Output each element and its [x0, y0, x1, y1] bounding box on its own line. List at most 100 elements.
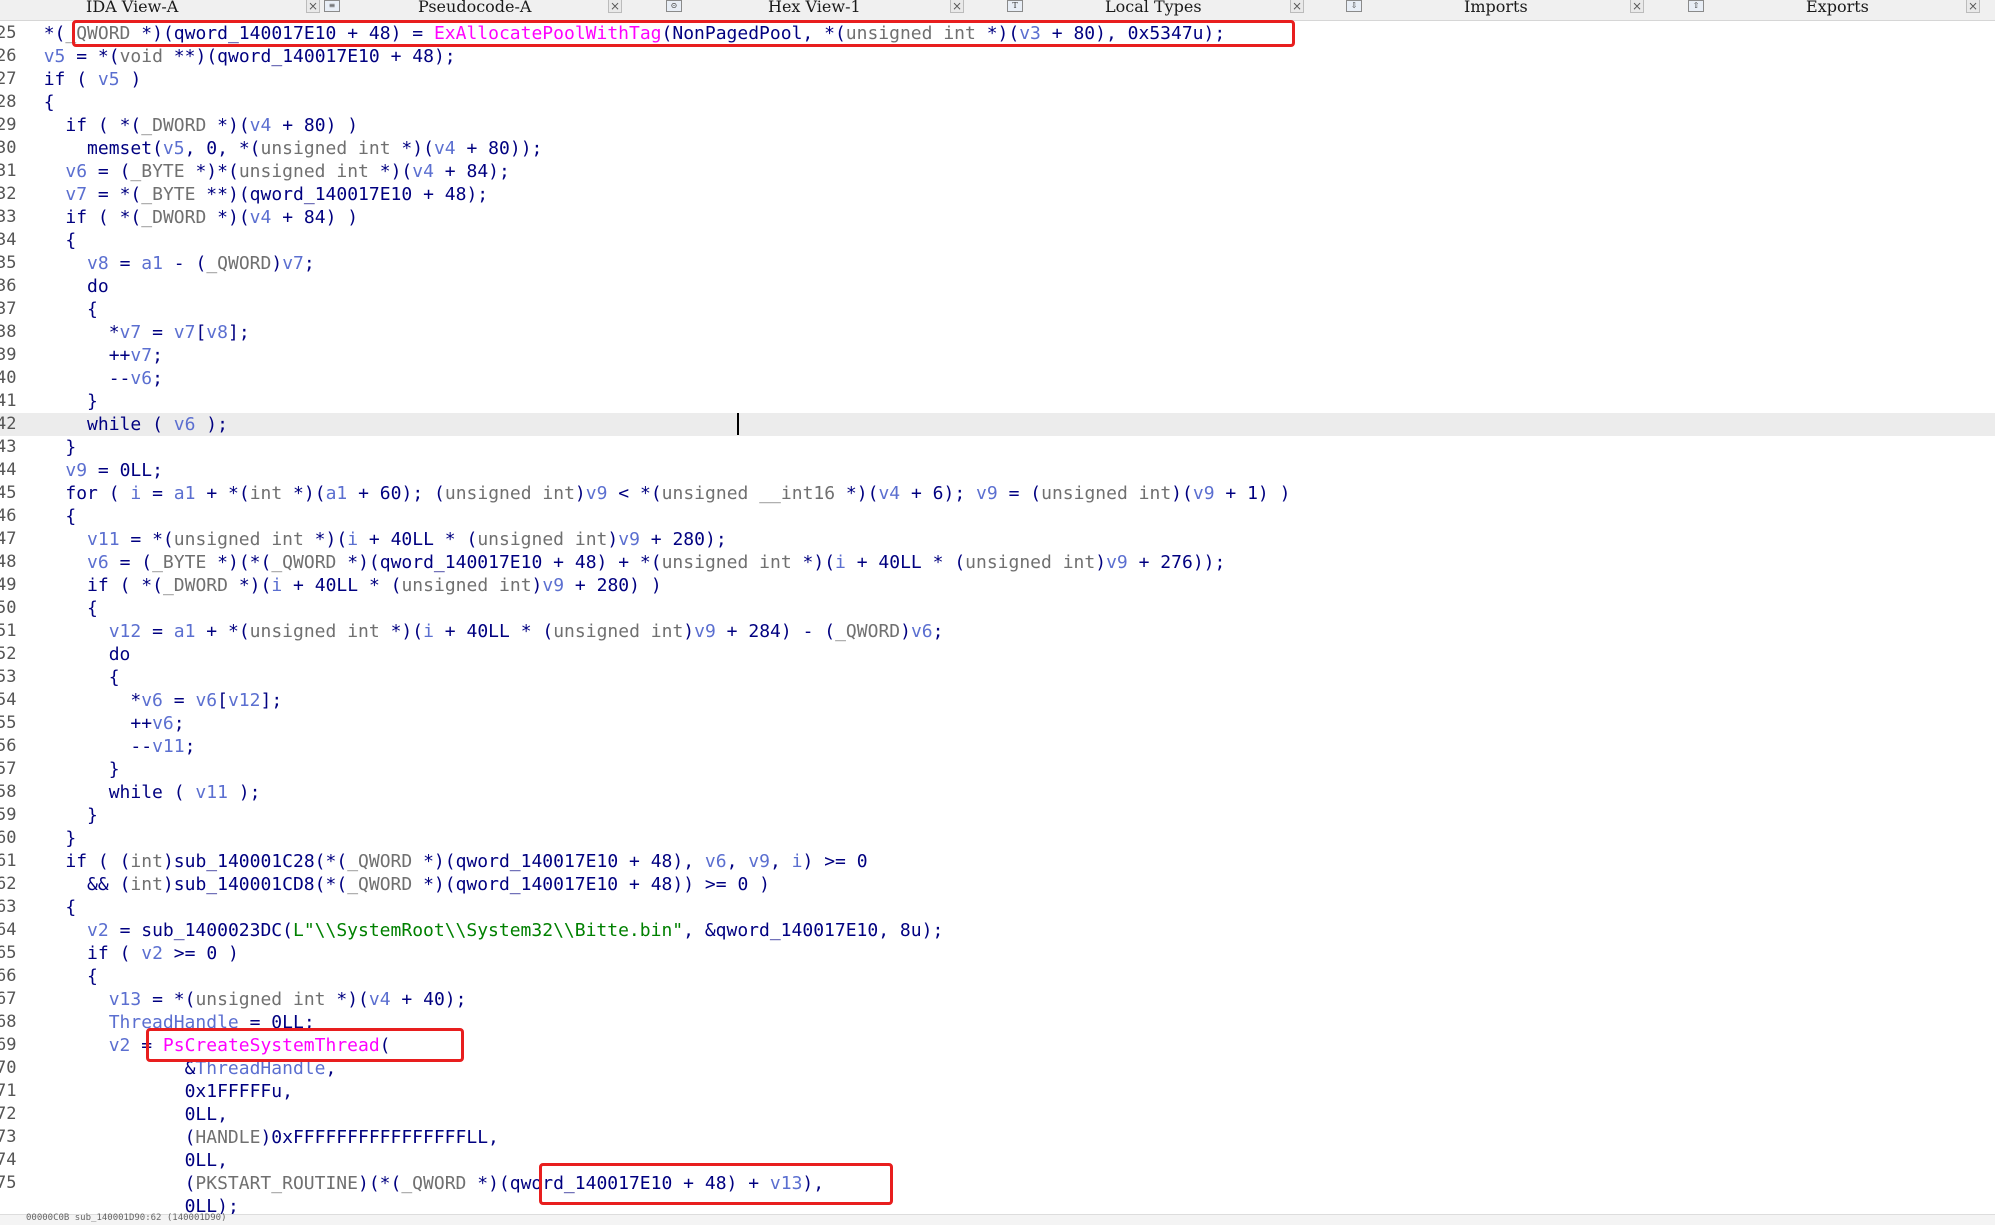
- code-text: }: [87, 391, 98, 412]
- code-line[interactable]: 26 v5 = *(void **)(qword_140017E10 + 48)…: [0, 45, 1995, 68]
- code-line[interactable]: 33 if ( *(_DWORD *)(v4 + 84) ): [0, 206, 1995, 229]
- tab-hex-view[interactable]: ⊙ Hex View-1 ×: [664, 0, 964, 20]
- code-line[interactable]: 42 while ( v6 );: [0, 413, 1995, 436]
- code-line[interactable]: 48 v6 = (_BYTE *)(*(_QWORD *)(qword_1400…: [0, 551, 1995, 574]
- tab-ida-view[interactable]: IDA View-A ×: [0, 0, 330, 20]
- code-text: if ( *(_DWORD *)(i + 40LL * (unsigned in…: [87, 575, 662, 596]
- line-number: 49: [0, 575, 17, 595]
- line-number: 41: [0, 391, 17, 411]
- tab-local-types[interactable]: T Local Types ×: [1005, 0, 1310, 20]
- code-line[interactable]: 58 while ( v11 );: [0, 781, 1995, 804]
- close-icon[interactable]: ×: [1966, 0, 1980, 13]
- code-line[interactable]: 57 }: [0, 758, 1995, 781]
- code-line[interactable]: 66 {: [0, 965, 1995, 988]
- code-line[interactable]: 51 v12 = a1 + *(unsigned int *)(i + 40LL…: [0, 620, 1995, 643]
- code-line[interactable]: 45 for ( i = a1 + *(int *)(a1 + 60); (un…: [0, 482, 1995, 505]
- code-line[interactable]: 41 }: [0, 390, 1995, 413]
- tab-exports[interactable]: ⇧ Exports ×: [1686, 0, 1991, 20]
- code-text: v7 = *(_BYTE **)(qword_140017E10 + 48);: [65, 184, 489, 205]
- tab-label: Imports: [1464, 0, 1528, 16]
- tab-pseudocode[interactable]: ≡ Pseudocode-A ×: [322, 0, 632, 20]
- code-line[interactable]: 46 {: [0, 505, 1995, 528]
- code-text: }: [87, 805, 98, 826]
- line-number: 57: [0, 759, 17, 779]
- code-line[interactable]: 67 v13 = *(unsigned int *)(v4 + 40);: [0, 988, 1995, 1011]
- code-line[interactable]: 36 do: [0, 275, 1995, 298]
- code-line[interactable]: 28 {: [0, 91, 1995, 114]
- code-text: do: [87, 276, 109, 297]
- close-icon[interactable]: ×: [950, 0, 964, 13]
- line-number: 34: [0, 230, 17, 250]
- code-line[interactable]: 50 {: [0, 597, 1995, 620]
- code-text: memset(v5, 0, *(unsigned int *)(v4 + 80)…: [87, 138, 543, 159]
- highlight-box-pscreatesystemthread: [146, 1028, 464, 1062]
- code-line[interactable]: 71 0x1FFFFFu,: [0, 1080, 1995, 1103]
- code-line[interactable]: 64 v2 = sub_1400023DC(L"\\SystemRoot\\Sy…: [0, 919, 1995, 942]
- code-line[interactable]: 32 v7 = *(_BYTE **)(qword_140017E10 + 48…: [0, 183, 1995, 206]
- code-line[interactable]: 74 0LL,: [0, 1149, 1995, 1172]
- close-icon[interactable]: ×: [306, 0, 320, 13]
- line-number: 51: [0, 621, 17, 641]
- line-number: 65: [0, 943, 17, 963]
- line-number: 43: [0, 437, 17, 457]
- code-line[interactable]: 54 *v6 = v6[v12];: [0, 689, 1995, 712]
- tab-label: Exports: [1806, 0, 1869, 16]
- code-line[interactable]: 52 do: [0, 643, 1995, 666]
- tab-label: Hex View-1: [768, 0, 861, 16]
- code-line[interactable]: 61 if ( (int)sub_140001C28(*(_QWORD *)(q…: [0, 850, 1995, 873]
- code-text: ++v7;: [108, 345, 163, 366]
- code-line[interactable]: 31 v6 = (_BYTE *)*(unsigned int *)(v4 + …: [0, 160, 1995, 183]
- code-line[interactable]: 63 {: [0, 896, 1995, 919]
- code-line[interactable]: 60 }: [0, 827, 1995, 850]
- code-text: }: [65, 437, 77, 458]
- code-line[interactable]: 65 if ( v2 >= 0 ): [0, 942, 1995, 965]
- line-number: 56: [0, 736, 17, 756]
- line-number: 46: [0, 506, 17, 526]
- code-line[interactable]: 27 if ( v5 ): [0, 68, 1995, 91]
- code-line[interactable]: 55 ++v6;: [0, 712, 1995, 735]
- code-line[interactable]: 39 ++v7;: [0, 344, 1995, 367]
- code-line[interactable]: 53 {: [0, 666, 1995, 689]
- text-caret: [737, 413, 739, 435]
- code-line[interactable]: 47 v11 = *(unsigned int *)(i + 40LL * (u…: [0, 528, 1995, 551]
- line-number: 27: [0, 69, 17, 89]
- code-line[interactable]: 29 if ( *(_DWORD *)(v4 + 80) ): [0, 114, 1995, 137]
- code-text: v11 = *(unsigned int *)(i + 40LL * (unsi…: [87, 529, 727, 550]
- code-line[interactable]: 75 (PKSTART_ROUTINE)(*(_QWORD *)(qword_1…: [0, 1172, 1995, 1195]
- code-line[interactable]: 35 v8 = a1 - (_QWORD)v7;: [0, 252, 1995, 275]
- status-text: 00000C0B sub_140001D90:62 (140001D90): [26, 1213, 227, 1223]
- code-line[interactable]: 49 if ( *(_DWORD *)(i + 40LL * (unsigned…: [0, 574, 1995, 597]
- code-line[interactable]: 44 v9 = 0LL;: [0, 459, 1995, 482]
- code-line[interactable]: 34 {: [0, 229, 1995, 252]
- code-line[interactable]: 56 --v11;: [0, 735, 1995, 758]
- code-line[interactable]: 43 }: [0, 436, 1995, 459]
- tab-imports[interactable]: ⇩ Imports ×: [1344, 0, 1654, 20]
- line-number: 25: [0, 23, 17, 43]
- code-line[interactable]: 0LL);: [0, 1195, 1995, 1216]
- code-text: }: [65, 828, 77, 849]
- code-line[interactable]: 59 }: [0, 804, 1995, 827]
- close-icon[interactable]: ×: [1630, 0, 1644, 13]
- code-text: }: [108, 759, 120, 780]
- code-line[interactable]: 30 memset(v5, 0, *(unsigned int *)(v4 + …: [0, 137, 1995, 160]
- line-number: 71: [0, 1081, 17, 1101]
- line-number: 35: [0, 253, 17, 273]
- code-line[interactable]: 40 --v6;: [0, 367, 1995, 390]
- close-icon[interactable]: ×: [608, 0, 622, 13]
- code-text: v13 = *(unsigned int *)(v4 + 40);: [108, 989, 467, 1010]
- line-number: 26: [0, 46, 17, 66]
- line-number: 47: [0, 529, 17, 549]
- line-number: 52: [0, 644, 17, 664]
- line-number: 32: [0, 184, 17, 204]
- code-line[interactable]: 72 0LL,: [0, 1103, 1995, 1126]
- code-text: ++v6;: [130, 713, 185, 734]
- code-line[interactable]: 62 && (int)sub_140001CD8(*(_QWORD *)(qwo…: [0, 873, 1995, 896]
- code-text: v2 = sub_1400023DC(L"\\SystemRoot\\Syste…: [87, 920, 944, 941]
- line-number: 62: [0, 874, 17, 894]
- line-number: 31: [0, 161, 17, 181]
- code-line[interactable]: 38 *v7 = v7[v8];: [0, 321, 1995, 344]
- code-line[interactable]: 37 {: [0, 298, 1995, 321]
- line-number: 29: [0, 115, 17, 135]
- close-icon[interactable]: ×: [1290, 0, 1304, 13]
- code-line[interactable]: 73 (HANDLE)0xFFFFFFFFFFFFFFFFLL,: [0, 1126, 1995, 1149]
